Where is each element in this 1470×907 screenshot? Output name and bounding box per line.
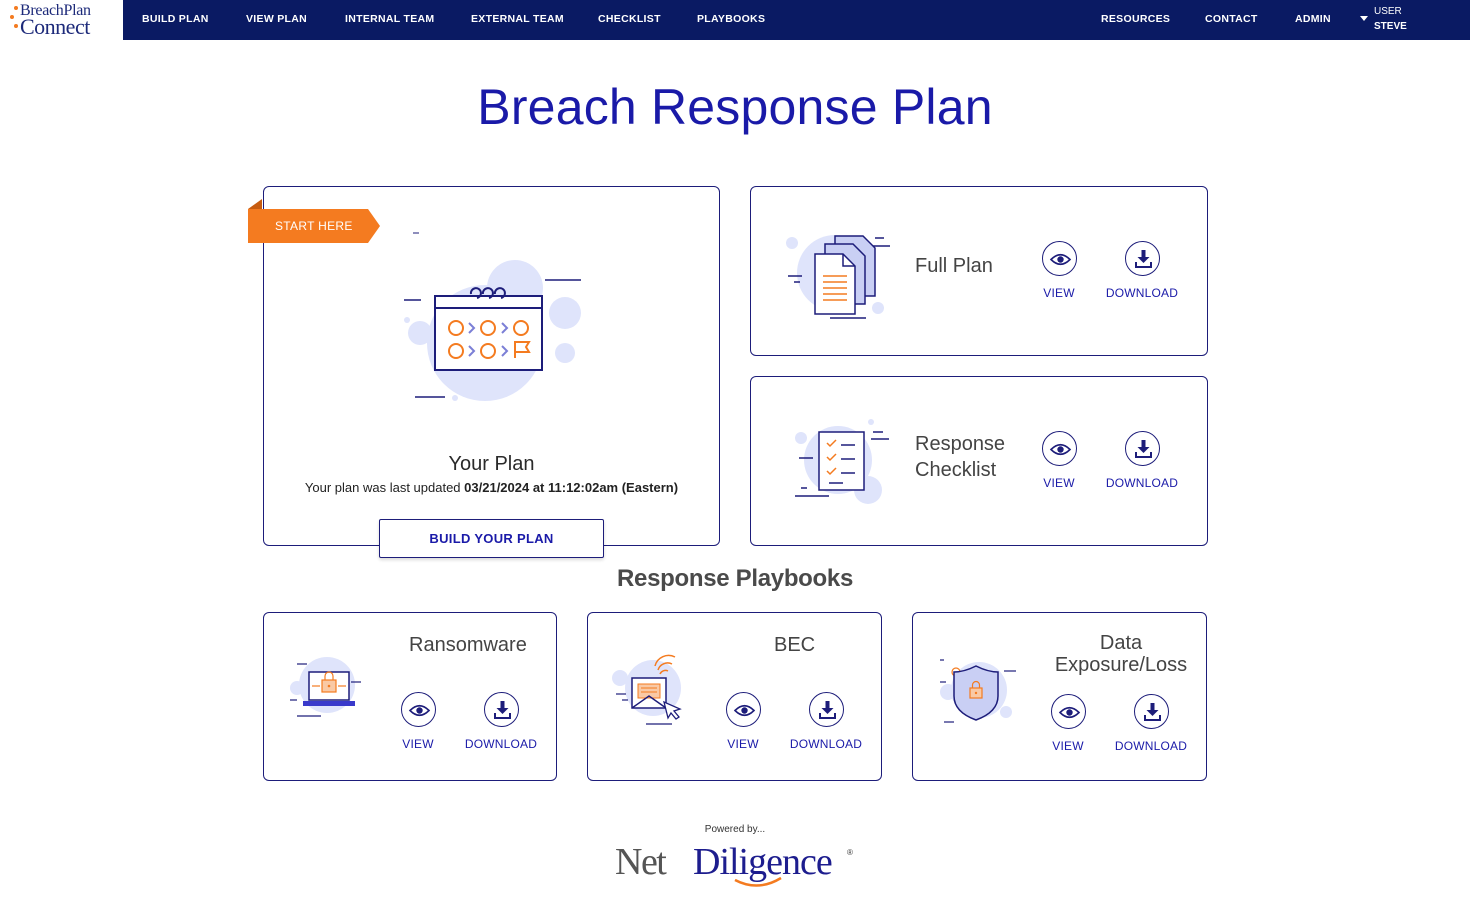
envelope-signal-icon [612,654,682,725]
user-name[interactable]: STEVE [1374,21,1407,32]
netdiligence-logo[interactable]: Net Diligence ® [615,838,860,893]
checklist-download-button[interactable]: DOWNLOAD [1097,431,1187,490]
documents-icon [786,235,890,319]
ransomware-download-button[interactable]: DOWNLOAD [456,692,546,751]
start-here-ribbon: START HERE [248,199,380,243]
view-label: VIEW [1043,476,1075,490]
ransomware-view-button[interactable]: VIEW [373,692,463,751]
eye-icon [408,704,430,717]
nav-playbooks[interactable]: PLAYBOOKS [697,13,765,25]
user-label[interactable]: USER [1374,6,1402,17]
download-icon [1134,250,1152,268]
powered-by-text: Powered by... [704,824,766,835]
ribbon-label: START HERE [275,219,353,233]
ransomware-title: Ransomware [409,634,527,656]
download-icon [1134,440,1152,458]
data-exposure-title: Data Exposure/Loss [1050,632,1192,676]
download-icon [1143,703,1161,721]
download-icon [493,701,511,719]
nav-resources[interactable]: RESOURCES [1101,13,1170,25]
logo-dots-icon [10,6,20,34]
calendar-process-icon [404,232,581,401]
download-label: DOWNLOAD [1114,739,1188,753]
download-label: DOWNLOAD [1105,286,1179,300]
logo-net-text: Net [615,841,667,883]
checklist-icon [795,419,889,504]
data-exposure-title-line2: Exposure/Loss [1054,654,1188,676]
your-plan-title: Your Plan [448,453,535,475]
bec-view-button[interactable]: VIEW [698,692,788,751]
updated-timestamp: 03/21/2024 at 11:12:02am (Eastern) [464,480,679,495]
full-plan-view-button[interactable]: VIEW [1014,241,1104,300]
logo-text-bottom: Connect [20,14,90,39]
response-checklist-title: Response Checklist [915,431,1005,483]
breachplan-logo[interactable]: BreachPlan Connect [0,0,123,40]
updated-prefix: Your plan was last updated [304,480,465,495]
top-nav: BreachPlan Connect BUILD PLAN VIEW PLAN … [0,0,1470,40]
logo-registered-mark: ® [847,848,853,857]
nav-build-plan[interactable]: BUILD PLAN [142,13,209,25]
shield-lock-icon [940,659,1016,723]
download-label: DOWNLOAD [789,737,863,751]
full-plan-download-button[interactable]: DOWNLOAD [1097,241,1187,300]
nav-contact[interactable]: CONTACT [1205,13,1258,25]
data-exposure-download-button[interactable]: DOWNLOAD [1106,694,1196,753]
view-label: VIEW [1043,286,1075,300]
logo-swoosh-icon [734,876,782,887]
playbooks-section-title: Response Playbooks [616,565,854,592]
nav-external-team[interactable]: EXTERNAL TEAM [471,13,564,25]
caret-down-icon[interactable] [1360,16,1368,21]
plan-updated-text: Your plan was last updated 03/21/2024 at… [264,480,719,495]
bec-title: BEC [774,634,816,656]
eye-icon [1049,443,1071,456]
laptop-lock-icon [290,657,361,717]
nav-admin[interactable]: ADMIN [1295,13,1331,25]
data-exposure-view-button[interactable]: VIEW [1023,694,1113,753]
download-label: DOWNLOAD [464,737,538,751]
checklist-view-button[interactable]: VIEW [1014,431,1104,490]
checklist-title-line2: Checklist [915,459,997,481]
nav-internal-team[interactable]: INTERNAL TEAM [345,13,434,25]
eye-icon [1049,253,1071,266]
full-plan-title: Full Plan [915,255,993,277]
nav-view-plan[interactable]: VIEW PLAN [246,13,307,25]
eye-icon [1058,706,1080,719]
download-label: DOWNLOAD [1105,476,1179,490]
view-label: VIEW [1052,739,1084,753]
view-label: VIEW [402,737,434,751]
eye-icon [733,704,755,717]
view-label: VIEW [727,737,759,751]
build-your-plan-button[interactable]: BUILD YOUR PLAN [379,519,604,558]
data-exposure-title-line1: Data [1099,632,1143,654]
page-title: Breach Response Plan [477,79,993,135]
checklist-title-line1: Response [915,433,1006,455]
download-icon [818,701,836,719]
bec-download-button[interactable]: DOWNLOAD [781,692,871,751]
nav-checklist[interactable]: CHECKLIST [598,13,661,25]
